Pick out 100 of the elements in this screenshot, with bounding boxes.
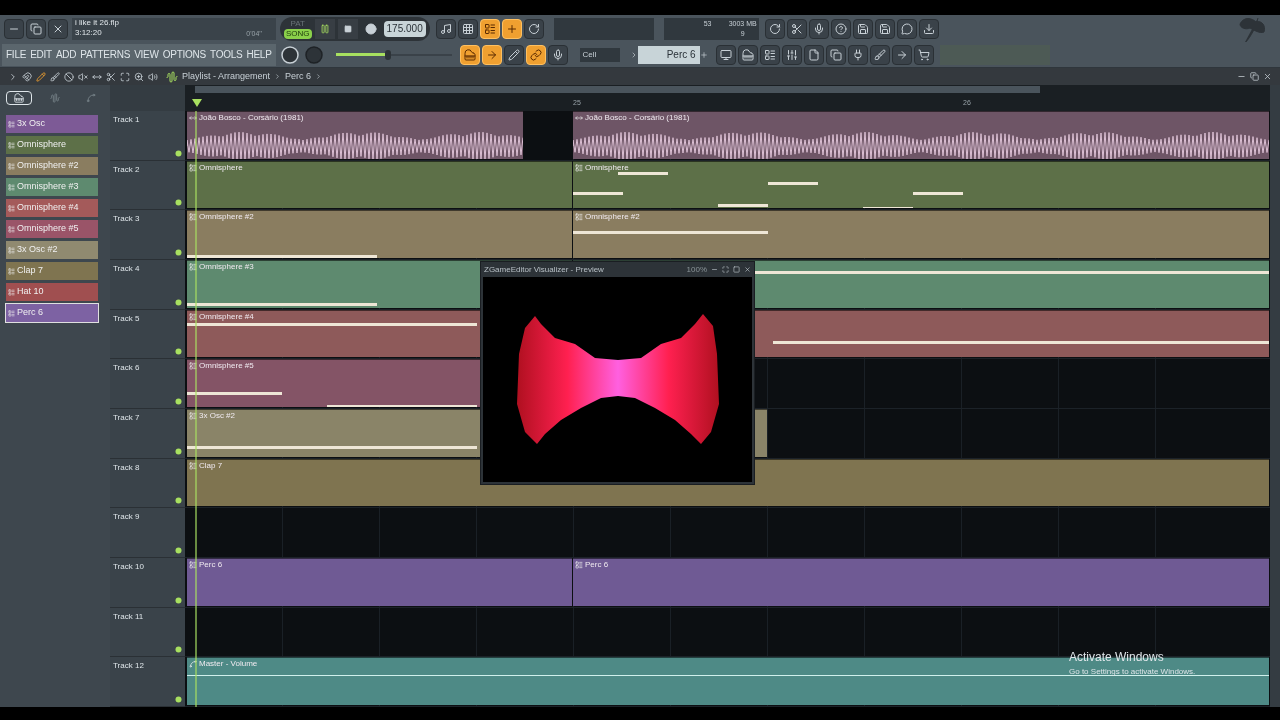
note-bar (573, 191, 623, 195)
playlist-clip[interactable]: Omnisphere (187, 160, 572, 209)
menu-item[interactable]: FILE (4, 47, 29, 62)
mode-toggle[interactable]: SONG (284, 28, 312, 39)
clip-label: Master - Volume (199, 660, 258, 669)
master-volume-slider[interactable] (335, 49, 452, 60)
minimize-button[interactable] (4, 18, 24, 39)
channel-item[interactable]: Omnisphere #5 (6, 220, 98, 238)
menu-item[interactable]: ADD (53, 47, 79, 62)
save-icon (856, 22, 869, 35)
menu-item[interactable]: EDIT (28, 47, 54, 62)
zoom-icon[interactable] (134, 71, 144, 82)
slice-icon[interactable] (106, 71, 116, 82)
add-pattern-icon[interactable] (699, 50, 708, 59)
channel-item[interactable]: Perc 6 (6, 304, 98, 322)
playlist-clip[interactable]: Omnisphere #2 (187, 210, 572, 258)
delete-icon[interactable] (64, 71, 74, 82)
channel-item[interactable]: Omnisphere #2 (6, 157, 98, 175)
track-enable-icon[interactable] (175, 696, 182, 704)
picker-tab[interactable] (6, 91, 33, 105)
track-name: Track 9 (113, 511, 140, 524)
channel-item[interactable]: Omnisphere #3 (6, 178, 98, 196)
track-enable-icon[interactable] (175, 249, 182, 256)
track-enable-icon[interactable] (175, 149, 182, 157)
playlist-button[interactable] (715, 44, 736, 65)
countdown-button[interactable] (479, 18, 500, 39)
record-audio-button[interactable] (808, 18, 829, 39)
browser-button[interactable] (803, 44, 824, 65)
playlist-clip[interactable]: João Bosco - Corsário (1981) (573, 111, 1269, 159)
metronome-button[interactable] (435, 18, 456, 39)
minimize-icon[interactable] (711, 266, 718, 273)
channel-item[interactable]: Clap 7 (6, 262, 98, 280)
vertical-scroll-bar[interactable] (1270, 85, 1280, 707)
link-button[interactable] (525, 44, 546, 65)
snap-dropdown[interactable]: Cell (579, 47, 620, 62)
save-new-version-button[interactable] (874, 18, 895, 39)
clip-label: João Bosco - Corsário (1981) (199, 114, 304, 122)
playlist-clip[interactable]: Omnisphere #2 (573, 210, 1269, 258)
tempo-field[interactable]: 175.000 (383, 20, 426, 37)
mute-icon[interactable] (78, 71, 88, 82)
zoom-level[interactable]: 100% (686, 263, 707, 276)
playlist-clip[interactable]: Omnisphere (573, 160, 1269, 209)
menu-item[interactable]: TOOLS (207, 47, 245, 62)
cut-button[interactable] (786, 18, 807, 39)
audio-clip-icon (189, 114, 197, 122)
mode-toggle[interactable]: PAT (284, 18, 312, 29)
track-enable-icon[interactable] (175, 547, 182, 555)
playhead-marker-icon[interactable] (192, 99, 202, 107)
typing-keyboard-button[interactable] (459, 44, 480, 65)
channel-item[interactable]: 3x Osc (6, 115, 98, 133)
wait-for-input-button[interactable] (457, 18, 478, 39)
restore-button[interactable] (26, 18, 46, 39)
piano-roll-button[interactable] (737, 44, 758, 65)
message-button[interactable] (896, 18, 917, 39)
touch-controller-button[interactable] (869, 44, 890, 65)
step-edit-button[interactable] (481, 44, 502, 65)
shop-button[interactable] (913, 44, 934, 65)
play-button[interactable] (314, 18, 335, 39)
help-button[interactable] (830, 18, 851, 39)
close-icon[interactable] (744, 266, 751, 273)
expand-icon[interactable] (8, 71, 18, 82)
menu-item[interactable]: VIEW (132, 47, 161, 62)
track-enable-icon[interactable] (175, 596, 182, 604)
track-enable-icon[interactable] (175, 447, 182, 455)
track-enable-icon[interactable] (175, 497, 182, 505)
maximize-icon[interactable] (733, 266, 740, 273)
track-enable-icon[interactable] (175, 199, 182, 207)
track-enable-icon[interactable] (175, 646, 182, 654)
paint-icon[interactable] (50, 71, 60, 82)
menu-item[interactable]: PATTERNS (78, 47, 133, 62)
project-info-button[interactable] (825, 44, 846, 65)
tools-button[interactable] (891, 44, 912, 65)
stop-button[interactable] (337, 18, 358, 39)
draw-icon[interactable] (36, 71, 46, 82)
channel-item[interactable]: Omnisphere #4 (6, 199, 98, 217)
playlist-clip[interactable]: Perc 6 (187, 558, 572, 606)
loop-record-button[interactable] (523, 18, 544, 39)
track-enable-icon[interactable] (175, 298, 182, 306)
restore-icon[interactable] (1250, 72, 1259, 81)
track-enable-icon[interactable] (175, 348, 182, 356)
plugin-button[interactable] (847, 44, 868, 65)
playlist-clip[interactable]: João Bosco - Corsário (1981) (187, 111, 523, 159)
channel-item[interactable]: Omnisphere (6, 136, 98, 154)
blend-notes-button[interactable] (501, 18, 522, 39)
channel-item[interactable]: Hat 10 (6, 283, 98, 301)
export-button[interactable] (918, 18, 939, 39)
menu-item[interactable]: OPTIONS (160, 47, 208, 62)
channel-item[interactable]: 3x Osc #2 (6, 241, 98, 259)
playlist-clip[interactable]: Perc 6 (573, 558, 1269, 606)
save-button[interactable] (852, 18, 873, 39)
recording-filter-button[interactable] (547, 44, 568, 65)
close-icon[interactable] (1263, 72, 1272, 81)
close-button[interactable] (48, 18, 68, 39)
track-enable-icon[interactable] (175, 398, 182, 406)
pattern-slide-button[interactable] (503, 44, 524, 65)
mixer-button[interactable] (781, 44, 802, 65)
menu-item[interactable]: HELP (244, 47, 274, 62)
loop-button[interactable] (764, 18, 785, 39)
scroll-bar[interactable] (195, 86, 1040, 93)
pattern-selector[interactable]: Perc 6 (637, 45, 700, 64)
